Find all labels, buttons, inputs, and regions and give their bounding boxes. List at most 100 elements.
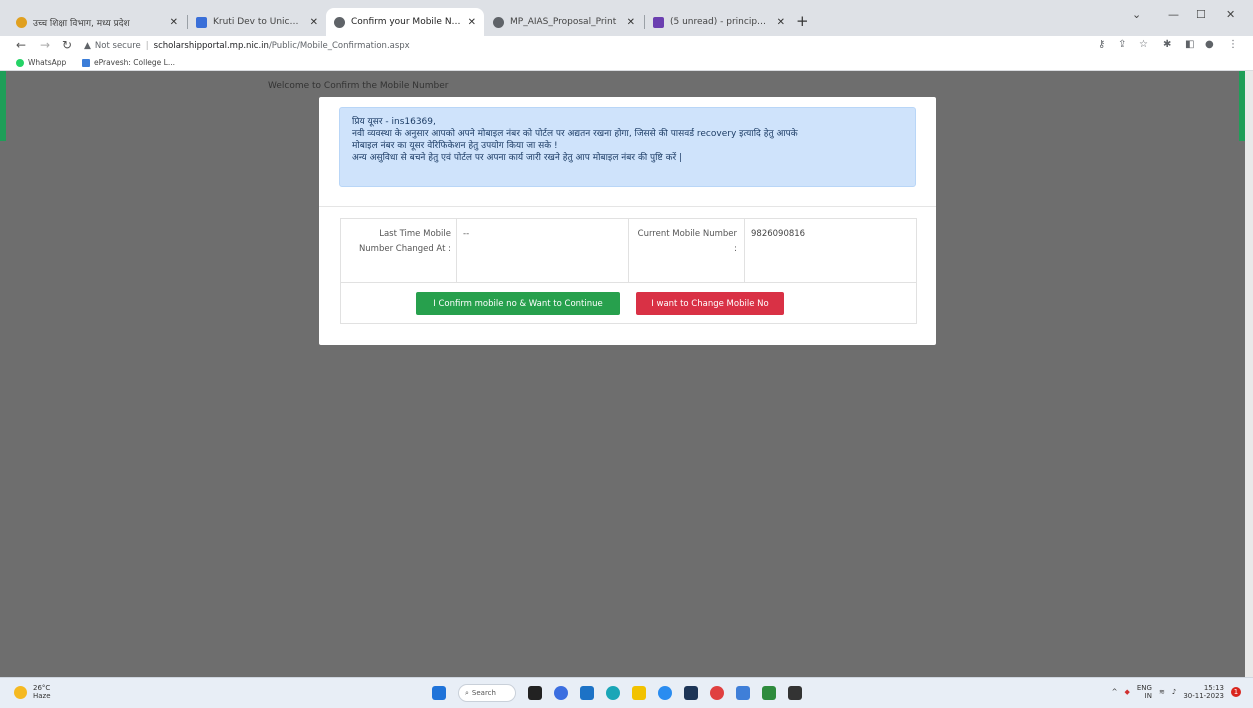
- confirm-mobile-button[interactable]: I Confirm mobile no & Want to Continue: [416, 292, 620, 315]
- lang-top: ENG: [1136, 684, 1152, 692]
- system-tray: ^ ◆ ENG IN ≋ ♪ 15:13 30-11-2023 1: [1105, 684, 1241, 700]
- url-divider: |: [145, 41, 149, 51]
- wifi-icon[interactable]: ≋: [1159, 688, 1165, 696]
- bookmark-label: ePravesh: College L...: [94, 58, 176, 67]
- mail-icon: [653, 16, 664, 28]
- tab-mail[interactable]: (5 unread) - principalgovtsujanf ✕: [645, 8, 793, 36]
- address-bar[interactable]: ▲ Not secure | scholarshipportal.mp.nic.…: [84, 38, 1084, 54]
- share-icon[interactable]: ⇪: [1118, 39, 1126, 50]
- new-tab-icon[interactable]: +: [796, 12, 809, 30]
- close-tab-icon[interactable]: ✕: [627, 17, 635, 28]
- bookmark-epravesh[interactable]: ePravesh: College L...: [82, 58, 175, 67]
- tab-title: (5 unread) - principalgovtsujanf: [670, 17, 771, 27]
- tab-title: Kruti Dev to Unicode Hindi Font: [213, 17, 304, 27]
- chrome-icon[interactable]: [658, 686, 672, 700]
- search-label: Search: [471, 689, 496, 697]
- language-indicator[interactable]: ENG IN: [1137, 684, 1152, 700]
- windows-taskbar: 26°C Haze ⌕ Search ^ ◆ ENG IN ≋ ♪ 15:13: [0, 677, 1253, 708]
- notification-badge[interactable]: 1: [1231, 687, 1241, 697]
- clock[interactable]: 15:13 30-11-2023: [1183, 684, 1224, 700]
- tab-proposal-print[interactable]: MP_AIAS_Proposal_Print ✕: [485, 8, 643, 36]
- color-app-icon[interactable]: ◆: [1124, 688, 1129, 696]
- alert-line-2: मोबाइल नंबर का यूसर वेरिफिकेशन हेतु उपयो…: [352, 141, 558, 151]
- profile-icon[interactable]: ●: [1205, 39, 1214, 50]
- tab-title: Confirm your Mobile Number: [351, 17, 462, 27]
- back-arrow-icon[interactable]: ←: [16, 38, 26, 52]
- tab-kruti-dev[interactable]: Kruti Dev to Unicode Hindi Font ✕: [188, 8, 326, 36]
- close-tab-icon[interactable]: ✕: [170, 17, 178, 28]
- weather-desc: Haze: [33, 692, 51, 700]
- page-viewport: Welcome to Confirm the Mobile Number प्र…: [0, 71, 1245, 677]
- word-icon[interactable]: [736, 686, 750, 700]
- key-icon[interactable]: ⚷: [1098, 39, 1105, 50]
- row-divider: [341, 282, 916, 283]
- taskbar-apps: ⌕ Search: [426, 682, 808, 704]
- close-tab-icon[interactable]: ✕: [310, 17, 318, 28]
- bookmarks-bar: WhatsApp ePravesh: College L...: [0, 56, 1253, 71]
- tab-title: उच्च शिक्षा विभाग, मध्य प्रदेश: [33, 18, 130, 29]
- epravesh-icon: [82, 58, 90, 67]
- close-tab-icon[interactable]: ✕: [777, 17, 785, 28]
- menu-kebab-icon[interactable]: ⋮: [1228, 39, 1238, 50]
- weather-widget[interactable]: 26°C Haze: [14, 684, 51, 700]
- close-window-icon[interactable]: ✕: [1226, 8, 1235, 21]
- edge-icon[interactable]: [606, 686, 620, 700]
- current-mobile-label: Current Mobile Number :: [637, 229, 737, 254]
- tab-higher-education[interactable]: उच्च शिक्षा विभाग, मध्य प्रदेश ✕: [8, 8, 186, 36]
- excel-icon[interactable]: [762, 686, 776, 700]
- minimize-icon[interactable]: —: [1168, 8, 1179, 21]
- close-tab-icon[interactable]: ✕: [468, 17, 476, 28]
- store-icon[interactable]: [580, 686, 594, 700]
- time: 15:13: [1203, 684, 1224, 692]
- whatsapp-icon: [16, 58, 24, 67]
- url-domain: scholarshipportal.mp.nic.in: [153, 41, 269, 51]
- reload-icon[interactable]: ↻: [62, 38, 72, 52]
- tab-search-chevron-icon[interactable]: ⌄: [1132, 8, 1141, 21]
- site-favicon-icon: [196, 16, 207, 28]
- url-path: /Public/Mobile_Confirmation.aspx: [268, 41, 410, 51]
- speaker-icon[interactable]: ♪: [1172, 688, 1176, 696]
- alert-line-1: नवी व्यवस्था के अनुसार आपको अपने मोबाइल …: [352, 129, 798, 139]
- browser-toolbar: ← → ↻ ▲ Not secure | scholarshipportal.m…: [0, 36, 1253, 56]
- last-changed-value: --: [463, 229, 470, 239]
- file-explorer-icon[interactable]: [632, 686, 646, 700]
- extensions-icon[interactable]: ✱: [1163, 39, 1171, 50]
- page-scrollbar[interactable]: [1245, 71, 1253, 677]
- chat-icon[interactable]: [554, 686, 568, 700]
- sun-haze-icon: [14, 685, 27, 699]
- windows-start-icon[interactable]: [432, 686, 446, 700]
- header-green-strip-left: [0, 71, 6, 141]
- lang-bottom: IN: [1144, 692, 1152, 700]
- alert-greeting: प्रिय यूसर - ins16369,: [352, 117, 436, 127]
- security-status: Not secure: [94, 41, 141, 51]
- paint-icon[interactable]: [788, 686, 802, 700]
- change-mobile-button[interactable]: I want to Change Mobile No: [636, 292, 784, 315]
- side-panel-icon[interactable]: ◧: [1185, 39, 1194, 50]
- info-alert: प्रिय यूसर - ins16369, नवी व्यवस्था के अ…: [339, 107, 916, 187]
- confirm-mobile-modal: प्रिय यूसर - ins16369, नवी व्यवस्था के अ…: [319, 97, 936, 345]
- task-view-icon[interactable]: [528, 686, 542, 700]
- column-divider: [628, 219, 629, 282]
- last-changed-label: Last Time Mobile Number Changed At :: [358, 229, 451, 254]
- tab-title: MP_AIAS_Proposal_Print: [510, 17, 617, 27]
- current-mobile-value: 9826090816: [751, 229, 806, 239]
- date: 30-11-2023: [1183, 692, 1224, 700]
- bookmark-whatsapp[interactable]: WhatsApp: [16, 58, 66, 67]
- globe-icon: [493, 16, 504, 28]
- page-welcome-text: Welcome to Confirm the Mobile Number: [268, 81, 449, 91]
- alert-line-3: अन्य असुविधा से बचने हेतु एवं पोर्टल पर …: [352, 153, 683, 163]
- star-icon[interactable]: ☆: [1139, 39, 1148, 50]
- maximize-icon[interactable]: ☐: [1196, 8, 1206, 21]
- site-favicon-icon: [16, 16, 27, 28]
- taskbar-search[interactable]: ⌕ Search: [458, 684, 516, 702]
- tab-confirm-mobile[interactable]: Confirm your Mobile Number ✕: [326, 8, 484, 36]
- browser-app-icon[interactable]: [710, 686, 724, 700]
- chevron-up-icon[interactable]: ^: [1112, 688, 1118, 696]
- column-divider: [744, 219, 745, 282]
- app-icon[interactable]: [684, 686, 698, 700]
- warning-triangle-icon[interactable]: ▲: [84, 41, 91, 51]
- forward-arrow-icon[interactable]: →: [40, 38, 50, 52]
- column-divider: [456, 219, 457, 282]
- search-icon: ⌕: [465, 688, 469, 697]
- mobile-details-table: Last Time Mobile Number Changed At : -- …: [340, 218, 917, 324]
